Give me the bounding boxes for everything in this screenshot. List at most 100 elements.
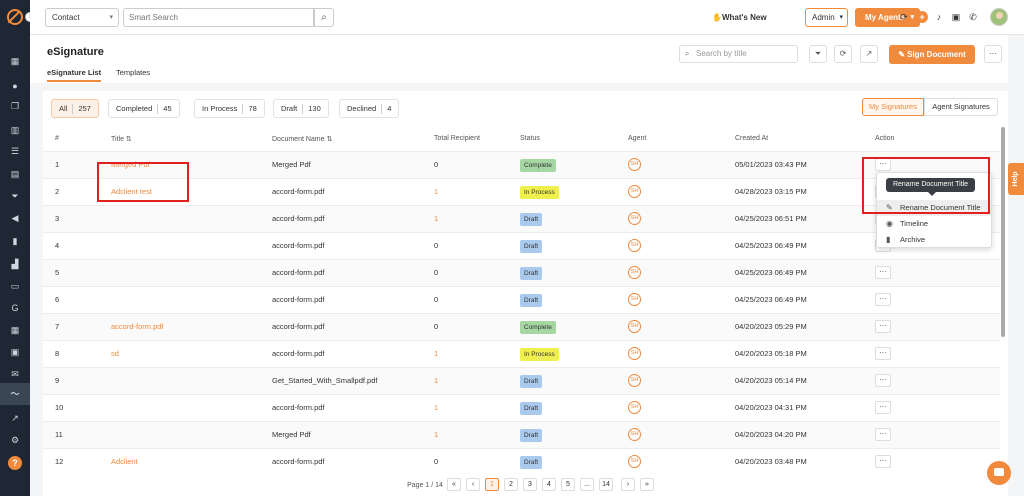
refresh-icon[interactable]: ⟳	[898, 11, 910, 23]
folder-icon[interactable]: ▭	[9, 280, 21, 292]
chart-icon[interactable]: ▟	[9, 258, 21, 270]
row-action-button[interactable]: ···	[875, 374, 891, 387]
filter-declined[interactable]: Declined 4	[339, 99, 400, 118]
gear-icon[interactable]: ⚙	[9, 434, 21, 446]
sign-document-button[interactable]: ✎ Sign Document	[889, 45, 975, 64]
megaphone-icon[interactable]: ◀	[9, 212, 21, 224]
row-total-recipient[interactable]: 1	[434, 376, 438, 385]
page-button[interactable]: ›	[621, 478, 635, 491]
page-button[interactable]: 14	[599, 478, 613, 491]
book-icon[interactable]: ▤	[9, 168, 21, 180]
row-action-button[interactable]: ···	[875, 347, 891, 360]
row-action-button[interactable]: ···	[875, 401, 891, 414]
row-title-link[interactable]: accord-form.pdf	[111, 322, 164, 331]
row-total-recipient[interactable]: 1	[434, 214, 438, 223]
page-button[interactable]: »	[640, 478, 654, 491]
my-signatures-toggle[interactable]: My Signatures	[862, 98, 924, 116]
row-action-button[interactable]: ···	[875, 320, 891, 333]
filter-button[interactable]: ⏷	[809, 45, 827, 63]
filter-count: 45	[163, 104, 172, 113]
my-agents-button[interactable]: My Agents ▾	[855, 8, 920, 27]
table-row[interactable]: 7 accord-form.pdf accord-form.pdf 0 Complete…	[43, 313, 1000, 340]
filter-all[interactable]: All 257	[51, 99, 99, 118]
table-row[interactable]: 10 accord-form.pdf 1 Draft SH 04/20/2023 04:3…	[43, 394, 1000, 421]
brand-logo[interactable]	[7, 9, 23, 25]
row-number: 1	[55, 160, 60, 169]
row-title-link[interactable]: Adclient	[111, 457, 138, 466]
help-icon[interactable]: ?	[8, 456, 22, 470]
agent-signatures-toggle[interactable]: Agent Signatures	[924, 98, 998, 116]
chat-icon[interactable]	[987, 461, 1011, 485]
sort-icon[interactable]: ⇅	[126, 136, 132, 143]
row-action-button[interactable]: ···	[875, 455, 891, 468]
smart-search-input[interactable]	[123, 8, 314, 27]
page-indicator: Page 1 / 14	[407, 482, 443, 489]
row-total-recipient[interactable]: 1	[434, 430, 438, 439]
page-button[interactable]: 5	[561, 478, 575, 491]
table-scrollbar[interactable]	[1001, 127, 1005, 337]
tab-templates[interactable]: Templates	[116, 68, 150, 77]
search-icon[interactable]: ⌕	[314, 8, 334, 27]
whats-new-link[interactable]: ✋What's New	[712, 13, 767, 22]
row-total-recipient[interactable]: 1	[434, 349, 438, 358]
row-total-recipient[interactable]: 1	[434, 187, 438, 196]
title-search-input[interactable]: ⌕ Search by title	[679, 45, 798, 63]
grid-icon[interactable]: ▥	[9, 124, 21, 136]
refresh-button[interactable]: ⟳	[834, 45, 852, 63]
column-header-document-name[interactable]: Document Name ⇅	[272, 135, 332, 143]
menu-archive[interactable]: ▮ Archive	[877, 232, 991, 248]
signature-icon[interactable]: 〜	[0, 383, 30, 405]
filter-in-process[interactable]: In Process 78	[194, 99, 265, 118]
row-title-link[interactable]: sd	[111, 349, 119, 358]
sort-icon[interactable]: ⇅	[326, 136, 332, 143]
row-total-recipient[interactable]: 1	[434, 403, 438, 412]
help-tab[interactable]: Help	[1008, 163, 1024, 195]
table-row[interactable]: 12 Adclient accord-form.pdf 0 Draft SH 04/20/2…	[43, 448, 1000, 475]
row-created-at: 04/25/2023 06:49 PM	[735, 241, 807, 250]
phone-icon[interactable]: ✆	[967, 11, 979, 23]
filter-completed[interactable]: Completed 45	[108, 99, 180, 118]
agent-avatar: SH	[628, 428, 641, 441]
page-button[interactable]: 2	[504, 478, 518, 491]
add-icon[interactable]: +	[916, 11, 928, 23]
home-icon[interactable]: ▦	[9, 55, 21, 67]
admin-select-value: Admin	[812, 13, 835, 22]
contacts-icon[interactable]: ●	[9, 80, 21, 92]
filter-draft[interactable]: Draft 130	[273, 99, 329, 118]
more-options-button[interactable]: ⋯	[984, 45, 1002, 63]
page-button[interactable]: 3	[523, 478, 537, 491]
google-icon[interactable]: G	[9, 302, 21, 314]
document-icon[interactable]: ▮	[9, 235, 21, 247]
table-row[interactable]: 9 Get_Started_With_Smallpdf.pdf 1 Draft SH 04…	[43, 367, 1000, 394]
table-row[interactable]: 5 accord-form.pdf 0 Draft SH 04/25/2023 06:49…	[43, 259, 1000, 286]
stats-icon[interactable]: ↗	[9, 412, 21, 424]
funnel-icon[interactable]: ⏷	[9, 190, 21, 202]
page-button[interactable]: «	[447, 478, 461, 491]
notification-icon[interactable]: ▣	[950, 11, 962, 23]
page-button[interactable]: 1	[485, 478, 499, 491]
row-action-button[interactable]: ···	[875, 266, 891, 279]
row-action-button[interactable]: ···	[875, 293, 891, 306]
calculator-icon[interactable]: ▦	[9, 324, 21, 336]
calendar-icon[interactable]: ▣	[9, 346, 21, 358]
table-row[interactable]: 6 accord-form.pdf 0 Draft SH 04/25/2023 06:49…	[43, 286, 1000, 313]
copy-icon[interactable]: ❐	[9, 100, 21, 112]
tab-esignature-list[interactable]: eSignature List	[47, 68, 102, 82]
user-avatar[interactable]	[990, 8, 1008, 26]
page-button[interactable]: 4	[542, 478, 556, 491]
page-button[interactable]: ‹	[466, 478, 480, 491]
table-row[interactable]: 3 accord-form.pdf 1 Draft SH 04/25/2023 06:51…	[43, 205, 1000, 232]
menu-timeline[interactable]: ◉ Timeline	[877, 216, 991, 232]
mail-icon[interactable]: ✉	[9, 368, 21, 380]
table-row[interactable]: 8 sd accord-form.pdf 1 In Process SH 04/20/202…	[43, 340, 1000, 367]
bell-icon[interactable]: ♪	[933, 11, 945, 23]
list-icon[interactable]: ☰	[9, 145, 21, 157]
chart-button[interactable]: ↗	[860, 45, 878, 63]
page-button[interactable]: ...	[580, 478, 594, 491]
column-header-title[interactable]: Title ⇅	[111, 135, 132, 143]
table-row[interactable]: 4 accord-form.pdf 0 Draft SH 04/25/2023 06:49…	[43, 232, 1000, 259]
admin-select[interactable]: Admin ▾	[805, 8, 848, 27]
row-action-button[interactable]: ···	[875, 428, 891, 441]
table-row[interactable]: 11 Merged Pdf 1 Draft SH 04/20/2023 04:20 PM ·…	[43, 421, 1000, 448]
contact-select[interactable]: Contact ▾	[45, 8, 119, 27]
